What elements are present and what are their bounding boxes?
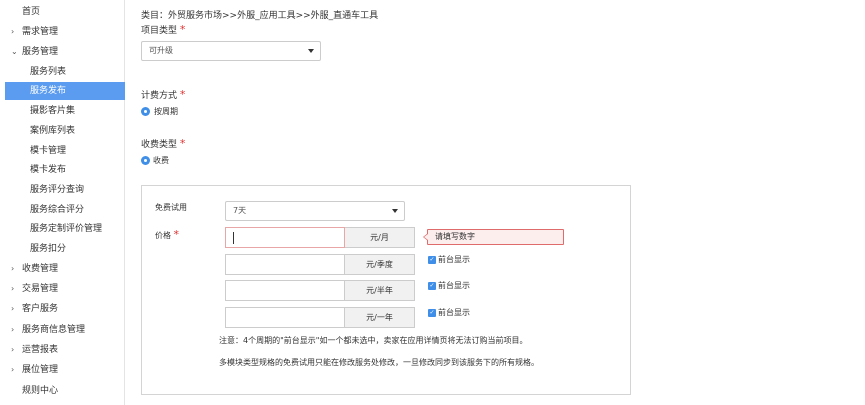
billing-label: 计费方式 *	[141, 88, 185, 101]
category-breadcrumb: 类目：外贸服务市场>>外服_应用工具>>外服_直通车工具	[141, 11, 379, 21]
sidebar-item-service-list[interactable]: 服务列表	[5, 63, 125, 81]
required-mark: *	[179, 88, 186, 101]
sidebar-item-case-library[interactable]: 案例库列表	[5, 122, 125, 140]
sidebar-item-label: 服务列表	[30, 67, 67, 77]
main-content: 类目：外贸服务市场>>外服_应用工具>>外服_直通车工具 项目类型 * 可升级 …	[126, 0, 865, 405]
sidebar-item-model-card-publish[interactable]: 模卡发布	[5, 161, 125, 179]
frontend-display-note: 注意：4个周期的"前台显示"如一个都未选中，卖家在应用详情页将无法订购当前项目。	[219, 336, 528, 345]
sidebar-item-service-publish[interactable]: 服务发布	[5, 82, 125, 100]
sidebar-item-label: 服务综合评分	[30, 205, 85, 215]
chevron-right-icon: ›	[11, 304, 15, 313]
billing-radio-icon[interactable]	[141, 107, 150, 116]
sidebar-item-label: 客户服务	[22, 304, 59, 314]
sidebar-item-trade-management[interactable]: › 交易管理	[5, 280, 125, 298]
chevron-right-icon: ›	[11, 325, 15, 334]
sidebar-item-label: 模卡发布	[30, 165, 67, 175]
text-cursor	[233, 232, 234, 244]
chevron-right-icon: ›	[11, 27, 15, 36]
sidebar-item-label: 规则中心	[22, 386, 59, 396]
chevron-down-icon: ⌄	[11, 47, 18, 56]
price-monthly-unit: 元/月	[345, 227, 415, 248]
trial-select[interactable]: 7天	[225, 201, 405, 221]
chevron-right-icon: ›	[11, 264, 15, 273]
charge-option-label: 收费	[153, 156, 169, 165]
sidebar-item-label: 服务发布	[30, 86, 67, 96]
sidebar-item-label: 模卡管理	[30, 146, 67, 156]
sidebar-item-custom-review-management[interactable]: 服务定制评价管理	[5, 220, 125, 238]
price-yearly-unit: 元/一年	[345, 307, 415, 328]
chevron-right-icon: ›	[11, 284, 15, 293]
sidebar-item-label: 服务定制评价管理	[30, 224, 103, 234]
required-mark: *	[179, 137, 186, 150]
sidebar-item-booth-management[interactable]: › 展位管理	[5, 361, 125, 379]
price-monthly-input[interactable]	[225, 227, 345, 248]
frontend-display-label: 前台显示	[438, 308, 470, 317]
sidebar-item-label: 收费管理	[22, 264, 59, 274]
frontend-display-checkbox[interactable]: ✓	[428, 309, 436, 317]
price-quarterly-unit: 元/季度	[345, 254, 415, 275]
frontend-display-checkbox[interactable]: ✓	[428, 256, 436, 264]
charge-type-label-text: 收费类型	[141, 140, 178, 150]
frontend-display-label: 前台显示	[438, 255, 470, 264]
project-type-select[interactable]: 可升级	[141, 41, 321, 61]
sidebar-item-rule-center[interactable]: 规则中心	[5, 382, 125, 400]
trial-label: 免费试用	[155, 203, 187, 212]
sidebar-item-fee-management[interactable]: › 收费管理	[5, 260, 125, 278]
pricing-panel: 免费试用 7天 价格 * 元/月 请填写数字 元/季度 ✓ 前台显示 元/半年 …	[141, 185, 631, 395]
sidebar-item-model-card-management[interactable]: 模卡管理	[5, 142, 125, 160]
price-halfyear-input[interactable]	[225, 280, 345, 301]
sidebar-item-label: 服务商信息管理	[22, 325, 86, 335]
required-mark: *	[179, 23, 186, 36]
sidebar-item-label: 案例库列表	[30, 126, 76, 136]
trial-sync-note: 多模块类型规格的免费试用只能在修改服务处修改，一旦修改同步到该服务下的所有规格。	[219, 358, 539, 367]
sidebar-item-demand-management[interactable]: › 需求管理	[5, 23, 125, 41]
sidebar-item-label: 交易管理	[22, 284, 59, 294]
sidebar-item-label: 摄影客片集	[30, 106, 76, 116]
sidebar-item-label: 服务评分查询	[30, 185, 85, 195]
chevron-right-icon: ›	[11, 345, 15, 354]
price-label: 价格 *	[155, 228, 179, 241]
price-halfyear-unit: 元/半年	[345, 280, 415, 301]
sidebar-item-home[interactable]: 首页	[5, 3, 125, 21]
sidebar: 首页 › 需求管理 ⌄ 服务管理 服务列表 服务发布 摄影客片集 案例库列表 模…	[0, 0, 125, 405]
sidebar-item-label: 服务扣分	[30, 244, 67, 254]
sidebar-item-label: 服务管理	[22, 47, 59, 57]
caret-down-icon	[308, 49, 314, 53]
caret-down-icon	[392, 209, 398, 213]
charge-type-label: 收费类型 *	[141, 137, 185, 150]
sidebar-item-label: 展位管理	[22, 365, 59, 375]
trial-value: 7天	[233, 206, 247, 215]
sidebar-item-label: 首页	[22, 7, 41, 17]
frontend-display-checkbox[interactable]: ✓	[428, 282, 436, 290]
sidebar-item-service-rating-query[interactable]: 服务评分查询	[5, 181, 125, 199]
project-type-label-text: 项目类型	[141, 26, 178, 36]
chevron-right-icon: ›	[11, 365, 15, 374]
billing-label-text: 计费方式	[141, 91, 178, 101]
frontend-display-label: 前台显示	[438, 281, 470, 290]
charge-radio-icon[interactable]	[141, 156, 150, 165]
sidebar-item-operations-report[interactable]: › 运营报表	[5, 341, 125, 359]
sidebar-item-label: 运营报表	[22, 345, 59, 355]
project-type-label: 项目类型 *	[141, 23, 185, 36]
sidebar-item-customer-service[interactable]: › 客户服务	[5, 300, 125, 318]
sidebar-item-service-deduction[interactable]: 服务扣分	[5, 240, 125, 258]
price-quarterly-input[interactable]	[225, 254, 345, 275]
price-error-tooltip: 请填写数字	[423, 229, 564, 245]
sidebar-item-label: 需求管理	[22, 27, 59, 37]
price-yearly-input[interactable]	[225, 307, 345, 328]
sidebar-item-service-management[interactable]: ⌄ 服务管理	[5, 43, 125, 61]
required-mark: *	[173, 228, 180, 241]
price-label-text: 价格	[155, 231, 171, 240]
sidebar-item-photo-collection[interactable]: 摄影客片集	[5, 102, 125, 120]
project-type-value: 可升级	[149, 46, 173, 55]
sidebar-item-provider-info-management[interactable]: › 服务商信息管理	[5, 321, 125, 339]
sidebar-item-service-overall-rating[interactable]: 服务综合评分	[5, 201, 125, 219]
billing-option-label: 按周期	[154, 107, 178, 116]
